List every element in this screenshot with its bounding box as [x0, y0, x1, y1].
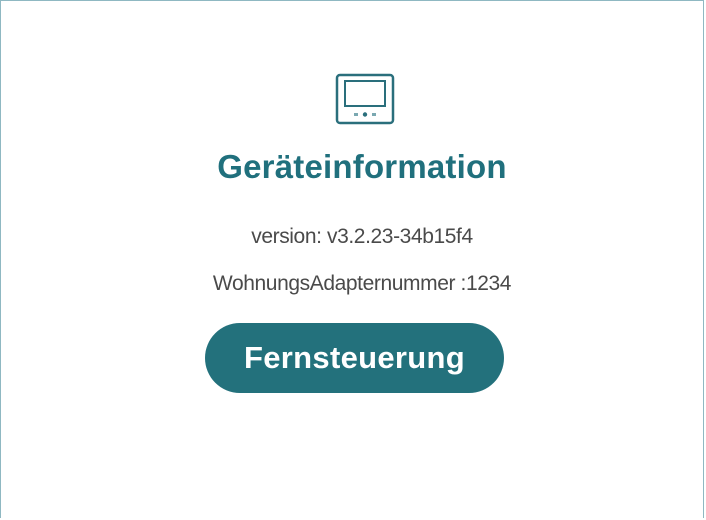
page-title: Geräteinformation [217, 148, 507, 185]
version-text: version: v3.2.23-34b15f4 [251, 225, 473, 248]
adapter-number-text: WohnungsAdapternummer :1234 [212, 272, 512, 295]
device-panel-icon [335, 73, 395, 125]
device-info-card: Geräteinformation version: v3.2.23-34b15… [0, 0, 704, 520]
remote-control-button[interactable]: Fernsteuerung [205, 323, 504, 393]
